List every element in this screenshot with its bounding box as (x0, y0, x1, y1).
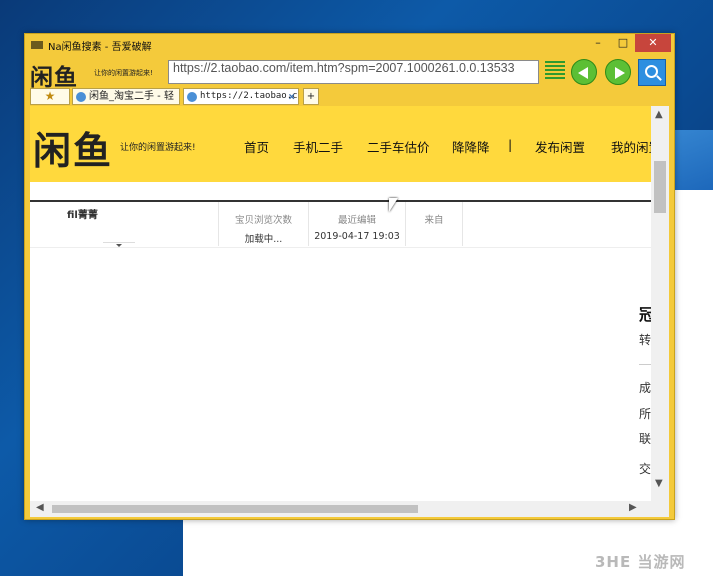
stat-label: 来自 (424, 215, 444, 226)
ie-icon (187, 92, 197, 102)
tab-taobao-item[interactable]: https://2.taobao.com × (183, 88, 299, 105)
scroll-up-icon[interactable]: ▲ (655, 109, 663, 120)
scroll-thumb[interactable] (654, 161, 666, 213)
tab-xianyu[interactable]: 闲鱼_淘宝二手 - 轻 (72, 88, 180, 105)
side-text-line: 所 (639, 407, 652, 421)
stat-label: 宝贝浏览次数 (234, 215, 292, 226)
scrollbar-corner (651, 501, 669, 517)
toolbar-slogan: 让你的闲置游起来! (94, 69, 153, 77)
window-title: Na闲鱼搜素 - 吾爱破解 (48, 42, 152, 53)
menu-icon[interactable] (545, 61, 565, 83)
maximize-button[interactable]: □ (610, 34, 636, 52)
scroll-thumb[interactable] (52, 505, 418, 513)
address-bar[interactable]: https://2.taobao.com/item.htm?spm=2007.1… (168, 60, 539, 84)
stat-from: 来自 (405, 202, 463, 246)
mouse-cursor-icon (389, 198, 398, 212)
tab-label: 闲鱼_淘宝二手 - 轻 (89, 91, 174, 102)
side-text-line: 交 (639, 462, 652, 476)
stat-value: 加载中... (244, 234, 283, 245)
new-tab-button[interactable]: + (303, 88, 319, 105)
stat-label: 最近编辑 (337, 215, 376, 226)
app-icon (31, 41, 43, 49)
side-text-line: 转 (639, 333, 652, 347)
site-logo[interactable]: 闲鱼 (33, 120, 113, 175)
minimize-button[interactable]: – (585, 34, 611, 52)
close-button[interactable]: ✕ (635, 34, 671, 52)
toolbar-logo: 闲鱼 (30, 64, 78, 91)
scroll-right-icon[interactable]: ▶ (629, 502, 637, 513)
horizontal-scrollbar[interactable]: ◀ ▶ (30, 501, 651, 517)
site-header: 闲鱼 让你的闲置游起来! 首页 手机二手 二手车估价 降降降 | 发布闲置 我的… (30, 106, 661, 182)
title-bar[interactable]: Na闲鱼搜素 - 吾爱破解 – □ ✕ (25, 34, 674, 56)
nav-home[interactable]: 首页 (244, 137, 269, 156)
site-slogan: 让你的闲置游起来! (120, 143, 196, 153)
page-viewport: 闲鱼 让你的闲置游起来! 首页 手机二手 二手车估价 降降降 | 发布闲置 我的… (30, 106, 669, 517)
side-text-line: 成 (639, 381, 652, 395)
tab-close-icon[interactable]: × (288, 89, 295, 104)
side-text-line: 联 (639, 432, 652, 446)
browser-window: Na闲鱼搜素 - 吾爱破解 – □ ✕ 闲鱼 让你的闲置游起来! https:/… (24, 33, 675, 520)
toolbar: 闲鱼 让你的闲置游起来! https://2.taobao.com/item.h… (25, 56, 674, 91)
favorites-star-icon[interactable]: ★ (30, 88, 70, 105)
nav-post-item[interactable]: 发布闲置 (535, 137, 585, 156)
forward-icon[interactable] (605, 59, 631, 85)
scroll-left-icon[interactable]: ◀ (36, 502, 44, 513)
nav-phones[interactable]: 手机二手 (293, 137, 343, 156)
divider (639, 364, 651, 365)
nav-divider: | (508, 137, 513, 152)
scroll-down-icon[interactable]: ▼ (655, 478, 663, 489)
nav-car-valuation[interactable]: 二手车估价 (367, 137, 430, 156)
ie-icon (76, 92, 86, 102)
nav-price-drop[interactable]: 降降降 (452, 137, 490, 156)
vertical-scrollbar[interactable]: ▲ ▼ (651, 106, 669, 501)
back-icon[interactable] (571, 59, 597, 85)
divider (30, 247, 651, 248)
seller-name[interactable]: fil菁菁 (67, 206, 98, 221)
stat-views: 宝贝浏览次数 加载中... (218, 202, 308, 246)
stat-value: 2019-04-17 19:03 (314, 231, 400, 242)
search-icon[interactable] (638, 59, 666, 86)
watermark: 3HE 当游网 (595, 553, 686, 571)
desktop-window-behind-right (673, 190, 713, 576)
tab-label: https://2.taobao.com (200, 91, 299, 101)
tab-bar: ★ 闲鱼_淘宝二手 - 轻 https://2.taobao.com × + (30, 88, 670, 105)
